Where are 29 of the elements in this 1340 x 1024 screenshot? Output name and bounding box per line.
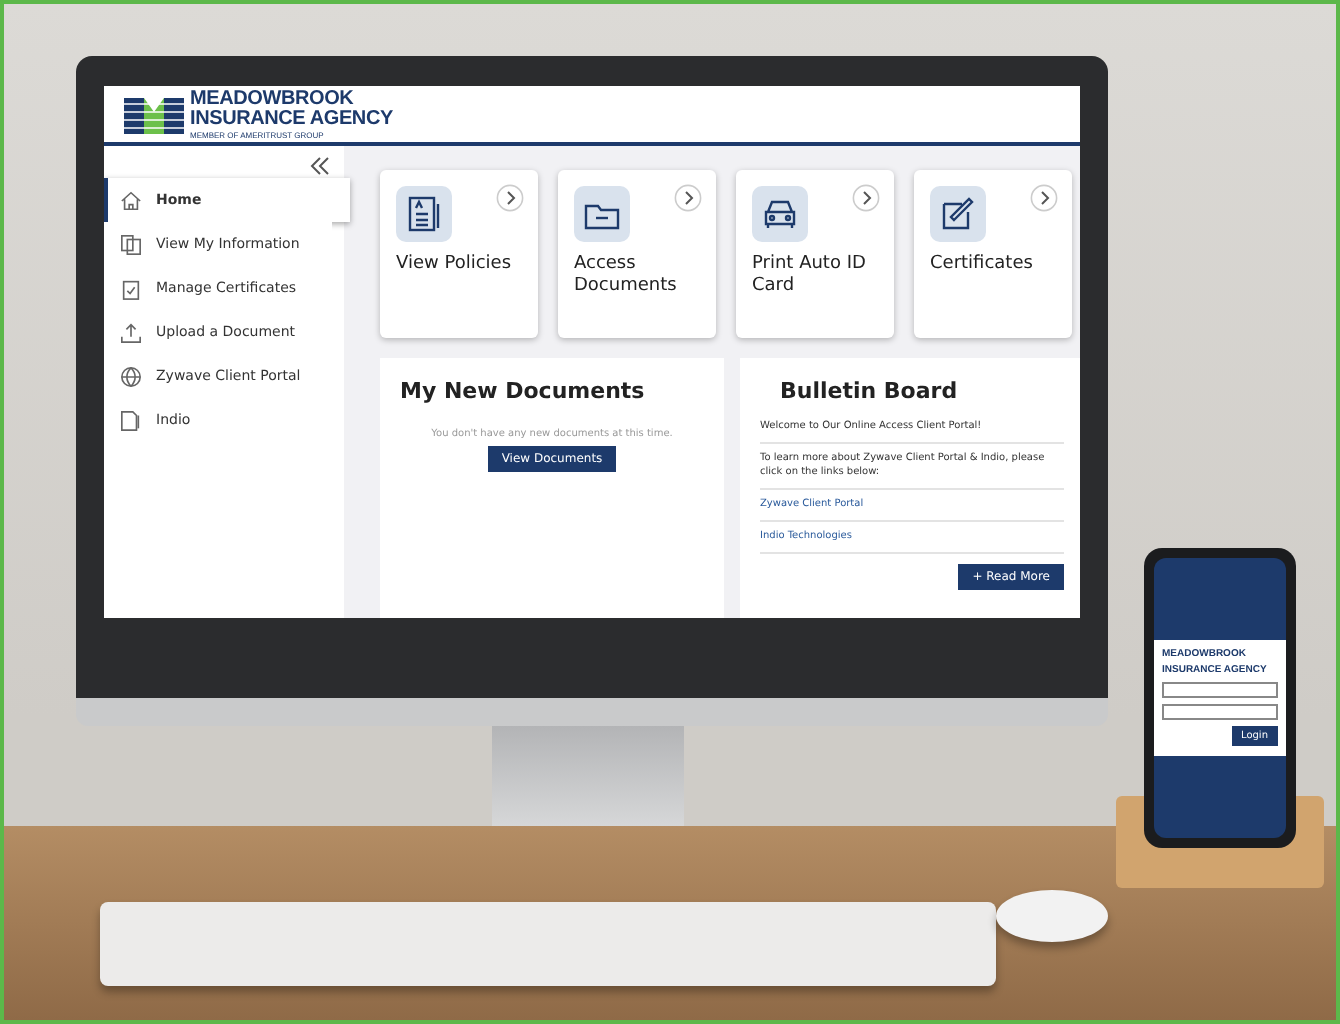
tile-title: View Policies [396, 254, 514, 277]
panel-title: Bulletin Board [778, 378, 960, 404]
action-tile[interactable]: View Policies [380, 170, 538, 338]
policy-document-icon [404, 194, 444, 234]
action-tile[interactable]: Print Auto ID Card [736, 170, 894, 338]
home-icon [120, 189, 142, 211]
username-field[interactable] [1162, 682, 1278, 698]
password-field[interactable] [1162, 704, 1278, 720]
tile-title: Certificates [930, 254, 1035, 277]
chevron-right-icon[interactable] [852, 184, 880, 212]
collapse-icon[interactable] [308, 154, 332, 178]
mouse [996, 890, 1108, 942]
upload-icon [120, 321, 142, 343]
chevron-right-icon[interactable] [1030, 184, 1058, 212]
globe-icon [120, 365, 142, 387]
action-tile[interactable]: Access Documents [558, 170, 716, 338]
tile-title: Print Auto ID Card [752, 254, 868, 299]
action-tile[interactable]: Certificates [914, 170, 1072, 338]
documents-icon [120, 233, 142, 255]
chevron-right-icon[interactable] [496, 184, 524, 212]
document-icon [120, 409, 142, 431]
panel-title: My New Documents [400, 378, 647, 404]
clipboard-icon [120, 277, 142, 299]
logo-name: MEADOWBROOK [190, 89, 356, 109]
tile-title: Access Documents [574, 254, 679, 299]
logo-name: INSURANCE AGENCY [190, 109, 393, 129]
pen-on-paper-icon [938, 194, 978, 234]
logo-icon [124, 94, 184, 134]
chevron-right-icon[interactable] [674, 184, 702, 212]
